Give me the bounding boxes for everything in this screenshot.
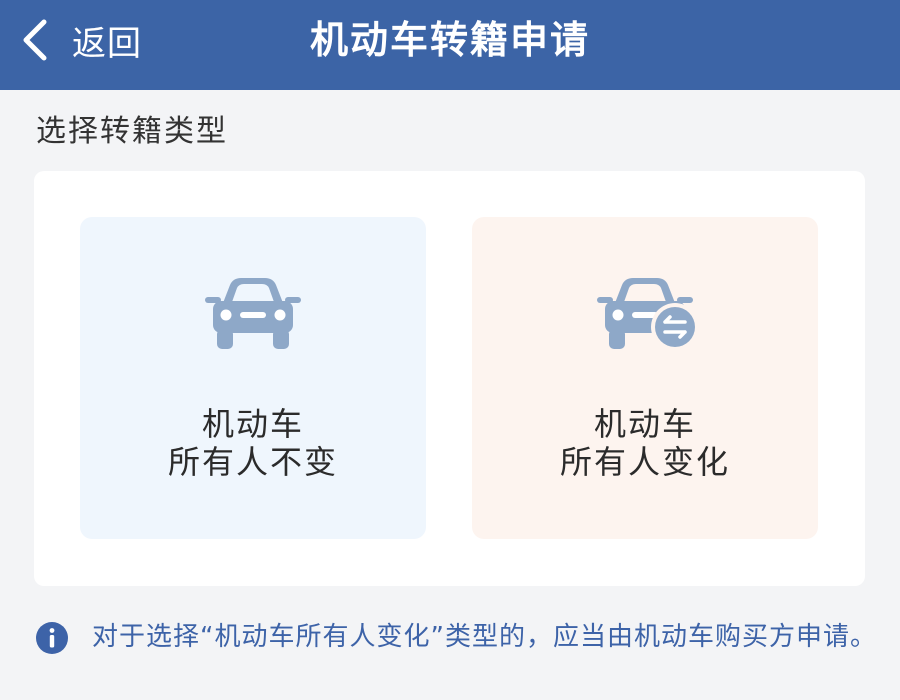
back-label: 返回 bbox=[72, 23, 142, 64]
option-owner-changed[interactable]: 机动车 所有人变化 bbox=[472, 217, 818, 539]
chevron-left-icon bbox=[23, 19, 47, 61]
option-text: 机动车 所有人变化 bbox=[472, 405, 818, 481]
section-label: 选择转籍类型 bbox=[36, 114, 228, 149]
car-transfer-icon bbox=[597, 278, 695, 351]
back-button[interactable]: 返回 bbox=[18, 14, 142, 66]
option-line-2: 所有人变化 bbox=[559, 443, 730, 481]
notice-text: 对于选择“机动车所有人变化”类型的，应当由机动车购买方申请。 bbox=[92, 622, 877, 652]
option-line-1: 机动车 bbox=[593, 405, 696, 443]
option-owner-unchanged[interactable]: 机动车 所有人不变 bbox=[80, 217, 426, 539]
option-line-2: 所有人不变 bbox=[167, 443, 338, 481]
option-line-1: 机动车 bbox=[201, 405, 304, 443]
option-text: 机动车 所有人不变 bbox=[80, 405, 426, 481]
transfer-type-panel: 机动车 所有人不变 机动车 所有人变化 bbox=[34, 171, 865, 586]
car-icon bbox=[205, 278, 301, 349]
top-bar: 返回 机动车转籍申请 bbox=[0, 0, 900, 90]
info-icon bbox=[36, 622, 68, 654]
